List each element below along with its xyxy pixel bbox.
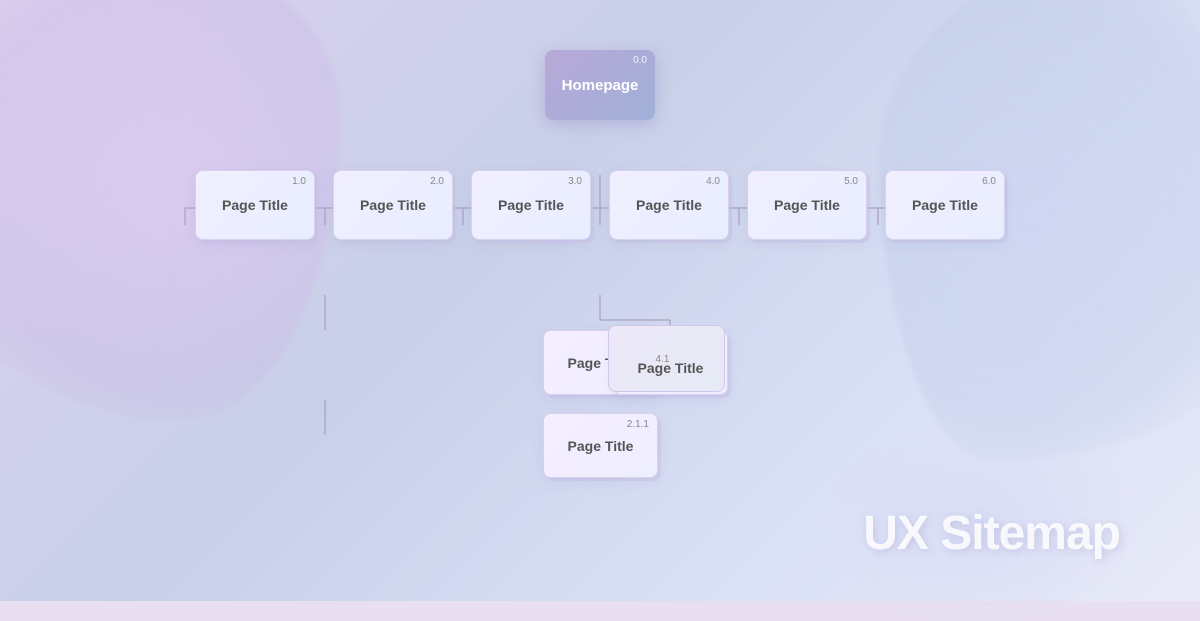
level-1: 1.0 Page Title 2.0 Page Title 3.0 Page T… [195, 170, 1005, 240]
level-2-under-4: 4.1 Page Title [613, 330, 728, 395]
node-5-0-id: 5.0 [844, 176, 858, 187]
node-2-0-label: Page Title [360, 197, 426, 213]
node-2-1-1-id: 2.1.1 [627, 419, 649, 430]
node-5-0[interactable]: 5.0 Page Title [747, 170, 867, 240]
node-1-0-label: Page Title [222, 197, 288, 213]
level-0: 0.0 Homepage [545, 50, 655, 120]
node-homepage-id: 0.0 [633, 55, 647, 66]
node-5-0-label: Page Title [774, 197, 840, 213]
node-4-0-label: Page Title [636, 197, 702, 213]
node-2-0[interactable]: 2.0 Page Title [333, 170, 453, 240]
node-homepage-label: Homepage [562, 77, 639, 94]
node-3-0-label: Page Title [498, 197, 564, 213]
node-4-0-id: 4.0 [706, 176, 720, 187]
node-6-0[interactable]: 6.0 Page Title [885, 170, 1005, 240]
node-2-0-id: 2.0 [430, 176, 444, 187]
node-4-1[interactable]: 4.1 Page Title [613, 330, 728, 395]
node-3-0-id: 3.0 [568, 176, 582, 187]
node-homepage[interactable]: 0.0 Homepage [545, 50, 655, 120]
node-2-1-1[interactable]: 2.1.1 Page Title [543, 413, 658, 478]
node-6-0-label: Page Title [912, 197, 978, 213]
watermark-text: UX Sitemap [863, 506, 1120, 561]
node-4-1-label: Page Title [638, 360, 704, 376]
node-1-0[interactable]: 1.0 Page Title [195, 170, 315, 240]
node-3-0[interactable]: 3.0 Page Title [471, 170, 591, 240]
node-4-0[interactable]: 4.0 Page Title [609, 170, 729, 240]
node-2-1-1-label: Page Title [568, 438, 634, 454]
node-1-0-id: 1.0 [292, 176, 306, 187]
node-6-0-id: 6.0 [982, 176, 996, 187]
